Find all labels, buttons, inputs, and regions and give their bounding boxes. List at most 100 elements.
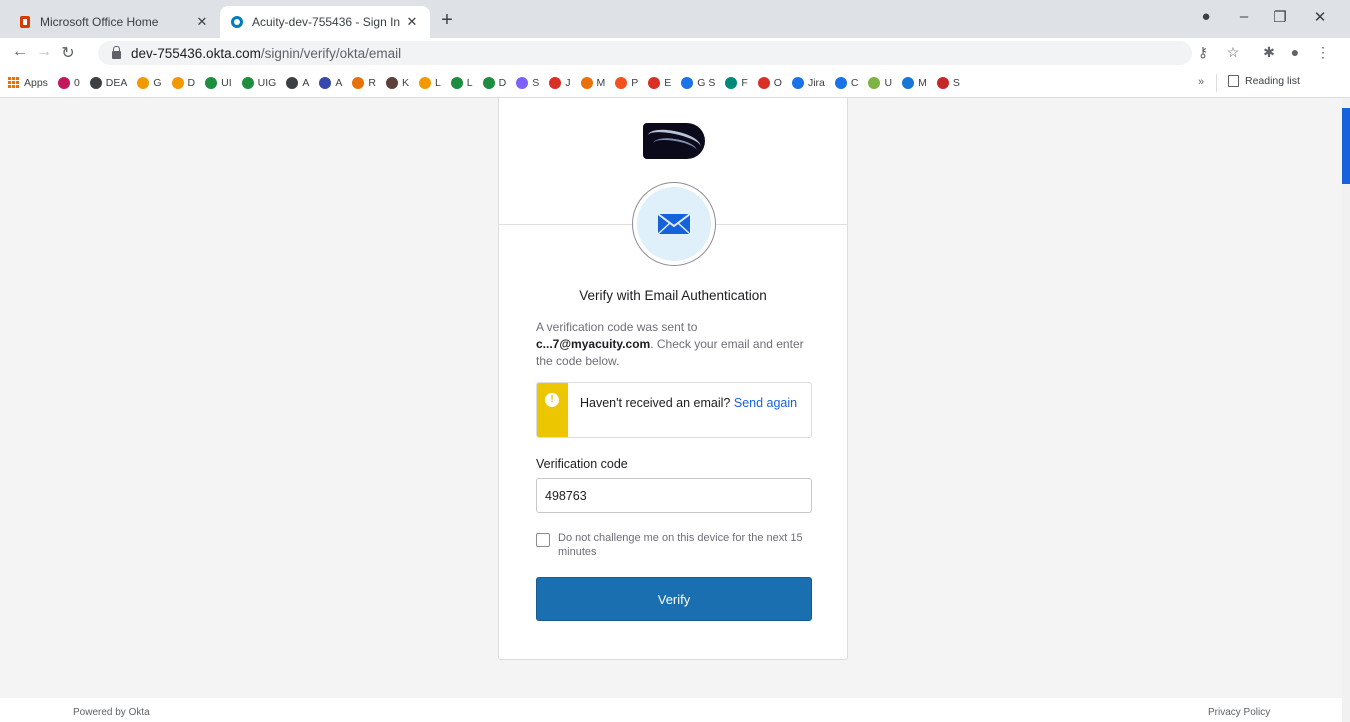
tab-title: Microsoft Office Home <box>40 15 159 29</box>
bookmark-label: Jira <box>807 76 825 89</box>
reload-icon[interactable]: ↻ <box>58 43 78 63</box>
bookmark-label: UI <box>221 76 232 89</box>
bookmark-item[interactable]: DEA <box>89 76 127 89</box>
bookmark-item[interactable]: A <box>286 76 309 89</box>
bookmark-item[interactable]: D <box>482 76 506 89</box>
bookmark-item[interactable]: E <box>648 76 672 89</box>
bookmark-item[interactable]: UI <box>205 76 232 89</box>
reading-list-button[interactable]: Reading list <box>1228 75 1300 87</box>
bookmark-item[interactable]: A <box>319 76 343 89</box>
bookmark-label: P <box>631 76 639 89</box>
browser-toolbar: ← → ↻ dev-755436.okta.com/signin/verify/… <box>0 38 1350 68</box>
bookmark-label: Apps <box>24 76 48 89</box>
bookmark-label: A <box>335 76 343 89</box>
bookmarks-overflow-button[interactable]: » <box>1198 76 1204 88</box>
verification-code-label: Verification code <box>536 457 628 471</box>
remember-device-label[interactable]: Do not challenge me on this device for t… <box>558 531 808 559</box>
menu-icon[interactable]: ⋮ <box>1314 44 1332 61</box>
bookmark-item[interactable]: L <box>418 76 441 89</box>
bookmark-item[interactable]: S <box>516 76 539 89</box>
bookmark-label: L <box>434 76 441 89</box>
bookmark-favicon-icon <box>286 76 299 89</box>
key-icon[interactable]: ⚷ <box>1194 44 1212 61</box>
bookmark-favicon-icon <box>834 76 847 89</box>
bookmark-item[interactable]: F <box>725 76 748 89</box>
profile-icon[interactable]: ● <box>1286 44 1304 60</box>
url-path: /signin/verify/okta/email <box>260 45 402 61</box>
bookmark-item[interactable]: R <box>352 76 376 89</box>
bookmark-item[interactable]: M <box>902 76 927 89</box>
bookmark-favicon-icon <box>791 76 804 89</box>
page-title: Verify with Email Authentication <box>579 288 767 303</box>
privacy-policy-link[interactable]: Privacy Policy <box>1208 707 1270 718</box>
bookmark-favicon-icon <box>137 76 150 89</box>
bookmark-item[interactable]: P <box>615 76 639 89</box>
bookmark-item[interactable]: Apps <box>8 76 48 89</box>
bookmark-favicon-icon <box>89 76 102 89</box>
bookmark-favicon-icon <box>482 76 495 89</box>
scrollbar[interactable] <box>1342 98 1350 722</box>
close-tab-icon[interactable]: ✕ <box>194 14 210 30</box>
bookmark-favicon-icon <box>516 76 529 89</box>
extensions-icon[interactable]: ✱ <box>1260 44 1278 61</box>
resend-callout: ! Haven't received an email? Send again <box>536 382 812 438</box>
bookmark-favicon-icon <box>868 76 881 89</box>
bookmark-favicon-icon <box>418 76 431 89</box>
bookmark-label: F <box>741 76 748 89</box>
new-tab-button[interactable]: + <box>436 9 458 32</box>
bookmark-favicon-icon <box>171 76 184 89</box>
bookmark-item[interactable]: U <box>868 76 892 89</box>
bookmark-favicon-icon <box>648 76 661 89</box>
bookmark-item[interactable]: UIG <box>241 76 276 89</box>
bookmark-favicon-icon <box>725 76 738 89</box>
scrollbar-thumb[interactable] <box>1342 108 1350 184</box>
bookmark-favicon-icon <box>205 76 218 89</box>
bookmark-label: E <box>664 76 672 89</box>
bookmarks-bar: Apps 0 DEA G D UI UIG A A R K L L D S J M P E G S F O Jira C U M S… <box>0 68 1350 98</box>
bookmark-favicon-icon <box>936 76 949 89</box>
bookmark-item[interactable]: L <box>450 76 473 89</box>
tab-strip: Microsoft Office Home ✕ Acuity-dev-75543… <box>0 0 1350 38</box>
bookmark-label: G S <box>697 76 716 89</box>
verification-code-input[interactable] <box>536 478 812 513</box>
bookmark-item[interactable]: D <box>171 76 196 89</box>
remember-device-checkbox[interactable] <box>536 533 550 547</box>
bookmark-favicon-icon <box>352 76 365 89</box>
address-bar[interactable]: dev-755436.okta.com/signin/verify/okta/e… <box>98 41 1192 65</box>
bookmark-label: K <box>401 76 409 89</box>
bookmark-label: S <box>952 76 960 89</box>
warning-icon: ! <box>545 393 559 407</box>
minimize-icon[interactable]: – <box>1234 8 1254 25</box>
bookmark-label: M <box>918 76 927 89</box>
star-icon[interactable]: ☆ <box>1224 44 1242 61</box>
tab-acuity-sign-in[interactable]: Acuity-dev-755436 - Sign In ✕ <box>220 6 430 38</box>
signin-card: Verify with Email Authentication A verif… <box>498 98 848 660</box>
tab-microsoft-office-home[interactable]: Microsoft Office Home ✕ <box>8 6 220 38</box>
bookmark-favicon-icon <box>549 76 562 89</box>
bookmark-favicon-icon <box>57 76 70 89</box>
bookmark-item[interactable]: M <box>580 76 605 89</box>
bookmark-item[interactable]: S <box>936 76 960 89</box>
bookmark-item[interactable]: K <box>385 76 409 89</box>
bookmark-item[interactable]: C <box>834 76 858 89</box>
bookmark-item[interactable]: O <box>757 76 782 89</box>
restore-icon[interactable]: ❐ <box>1270 8 1290 26</box>
bookmark-favicon-icon <box>450 76 463 89</box>
url-host: dev-755436.okta.com <box>131 45 261 61</box>
close-window-icon[interactable]: ✕ <box>1310 8 1330 26</box>
verify-button[interactable]: Verify <box>536 577 812 621</box>
bookmark-item[interactable]: G S <box>681 76 716 89</box>
bookmark-item[interactable]: Jira <box>791 76 825 89</box>
back-icon[interactable]: ← <box>10 43 30 61</box>
bookmark-label: O <box>773 76 782 89</box>
bookmark-label: D <box>187 76 196 89</box>
forward-icon[interactable]: → <box>34 43 54 61</box>
tab-title: Acuity-dev-755436 - Sign In <box>252 15 401 29</box>
bookmark-item[interactable]: G <box>137 76 162 89</box>
send-again-link[interactable]: Send again <box>734 396 797 410</box>
bookmark-item[interactable]: 0 <box>57 76 80 89</box>
bookmark-item[interactable]: J <box>549 76 571 89</box>
close-tab-icon[interactable]: ✕ <box>404 14 420 30</box>
bookmark-favicon-icon <box>319 76 332 89</box>
profile-circle-icon[interactable]: ● <box>1196 8 1216 25</box>
